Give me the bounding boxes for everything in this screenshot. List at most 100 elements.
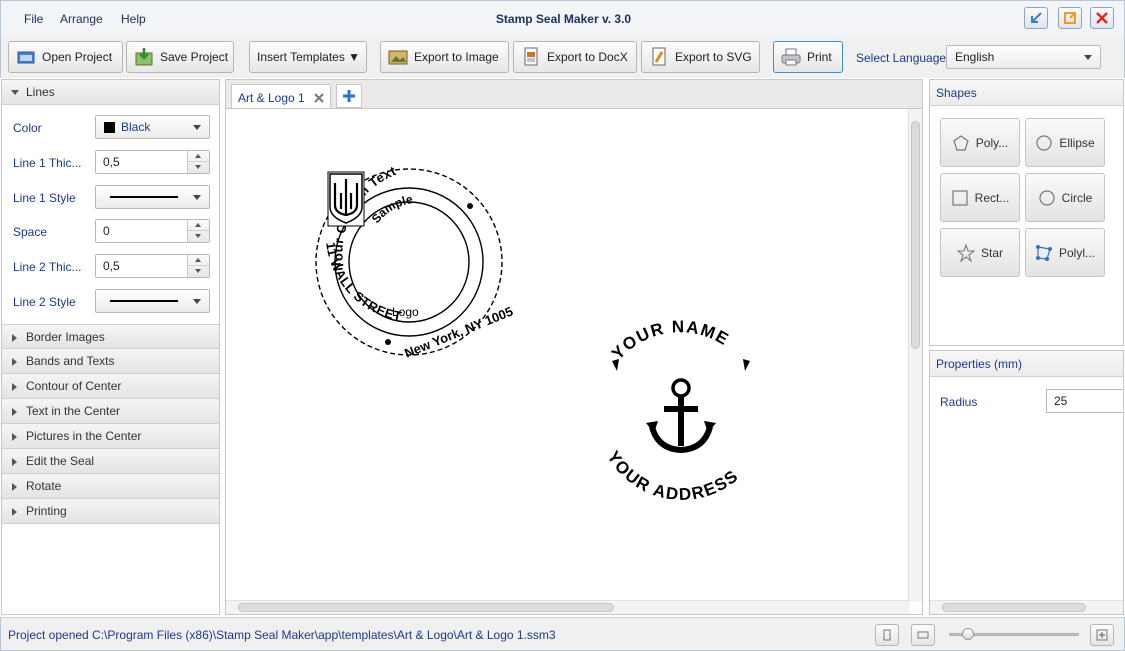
ellipse-icon: [1036, 134, 1052, 151]
section-bands-and-texts[interactable]: Bands and Texts: [2, 349, 219, 374]
export-docx-button[interactable]: Export to DocX: [513, 41, 637, 73]
scroll-thumb[interactable]: [238, 603, 614, 612]
seal1-inner-bottom-text: Logo: [392, 305, 419, 319]
scroll-thumb[interactable]: [911, 121, 920, 349]
save-project-label: Save Project: [160, 50, 229, 64]
add-tab-button[interactable]: [336, 84, 362, 108]
section-contour-of-center[interactable]: Contour of Center: [2, 374, 219, 399]
zoom-slider-handle[interactable]: [962, 628, 974, 640]
line2-thickness-spinner[interactable]: 0,5: [95, 254, 210, 278]
close-tab-icon[interactable]: [314, 93, 324, 103]
circle-button[interactable]: Circle: [1025, 173, 1105, 222]
section-border-images[interactable]: Border Images: [2, 324, 219, 349]
section-printing[interactable]: Printing: [2, 499, 219, 524]
section-edit-the-seal[interactable]: Edit the Seal: [2, 449, 219, 474]
trident-emblem-icon: [327, 171, 365, 227]
section-rotate[interactable]: Rotate: [2, 474, 219, 499]
space-label: Space: [13, 225, 48, 239]
chevron-down-icon: [193, 299, 201, 304]
open-project-button[interactable]: Open Project: [8, 41, 123, 73]
section-lines[interactable]: Lines: [2, 80, 219, 105]
triangle-right-icon: [12, 334, 17, 342]
seal-1[interactable]: Your Custom Text 11 WALL STREET New York…: [315, 163, 515, 361]
export-image-label: Export to Image: [414, 50, 499, 64]
insert-templates-label: Insert Templates ▼: [257, 50, 361, 64]
zoom-fit-width-button[interactable]: [911, 624, 935, 646]
chevron-down-icon: [193, 195, 201, 200]
polyline-button[interactable]: Polyl...: [1025, 228, 1105, 277]
line1-style-select[interactable]: [95, 185, 210, 209]
export-image-button[interactable]: Export to Image: [380, 41, 509, 73]
design-canvas[interactable]: Your Custom Text 11 WALL STREET New York…: [225, 108, 923, 615]
scroll-thumb[interactable]: [942, 603, 1086, 612]
pentagon-icon: [953, 134, 969, 151]
line1-thickness-value: 0,5: [103, 155, 120, 169]
window-title: Stamp Seal Maker v. 3.0: [495, 12, 632, 26]
line2-style-select[interactable]: [95, 289, 210, 313]
line1-thickness-spinner[interactable]: 0,5: [95, 150, 210, 174]
space-spinner[interactable]: 0: [95, 219, 210, 243]
spinner-buttons[interactable]: [187, 151, 209, 173]
zoom-in-icon: [1096, 629, 1108, 641]
triangle-right-icon: [12, 458, 17, 466]
restore-icon: [1031, 12, 1042, 23]
polygon-button[interactable]: Poly...: [940, 118, 1020, 167]
ellipse-label: Ellipse: [1059, 135, 1095, 150]
properties-horizontal-scrollbar[interactable]: [930, 600, 1123, 614]
language-select[interactable]: English: [946, 45, 1101, 69]
export-svg-button[interactable]: Export to SVG: [641, 41, 760, 73]
status-bar: Project opened C:\Program Files (x86)\St…: [0, 617, 1125, 651]
section-text-in-center[interactable]: Text in the Center: [2, 399, 219, 424]
restore-button[interactable]: [1024, 7, 1048, 29]
triangle-right-icon: [12, 358, 17, 366]
zoom-in-button[interactable]: [1090, 624, 1114, 646]
star-icon: [956, 243, 975, 262]
menu-file[interactable]: File: [24, 12, 43, 26]
canvas-horizontal-scrollbar[interactable]: [226, 600, 910, 614]
print-label: Print: [807, 50, 832, 64]
section-label: Edit the Seal: [26, 454, 95, 468]
color-select[interactable]: Black: [95, 115, 210, 139]
line1-thickness-label: Line 1 Thic...: [13, 156, 82, 170]
zoom-slider[interactable]: [949, 628, 1079, 640]
svg-file-icon: [649, 47, 669, 67]
menu-help[interactable]: Help: [121, 12, 146, 26]
section-pictures-in-center[interactable]: Pictures in the Center: [2, 424, 219, 449]
line2-thickness-value: 0,5: [103, 259, 120, 273]
close-icon: [1096, 12, 1108, 24]
image-icon: [388, 47, 408, 67]
radius-value: 25: [1054, 394, 1068, 408]
canvas-vertical-scrollbar[interactable]: [908, 109, 922, 602]
print-button[interactable]: Print: [773, 41, 843, 73]
seal-2[interactable]: YOUR NAME YOUR ADDRESS: [603, 317, 750, 504]
save-project-button[interactable]: Save Project: [126, 41, 234, 73]
spinner-buttons[interactable]: [187, 255, 209, 277]
section-label: Pictures in the Center: [26, 429, 142, 443]
maximize-icon: [1064, 12, 1076, 24]
radius-input[interactable]: 25: [1046, 389, 1123, 413]
line2-thickness-label: Line 2 Thic...: [13, 260, 82, 274]
section-label: Bands and Texts: [26, 354, 115, 368]
svg-text:Sample: Sample: [369, 192, 414, 226]
spinner-buttons[interactable]: [187, 220, 209, 242]
circle-label: Circle: [1061, 190, 1093, 205]
star-button[interactable]: Star: [940, 228, 1020, 277]
status-text: Project opened C:\Program Files (x86)\St…: [8, 628, 556, 642]
ellipse-button[interactable]: Ellipse: [1025, 118, 1105, 167]
shapes-panel-title: Shapes: [930, 80, 1123, 106]
maximize-button[interactable]: [1058, 7, 1082, 29]
shapes-panel: Shapes Poly... Ellipse Rect... Circle St…: [929, 79, 1124, 346]
solid-line-preview: [110, 196, 178, 198]
zoom-fit-page-button[interactable]: [875, 624, 899, 646]
tab-art-logo-1[interactable]: Art & Logo 1: [231, 84, 331, 110]
plus-icon: [343, 90, 355, 102]
insert-templates-button[interactable]: Insert Templates ▼: [249, 41, 367, 73]
menu-arrange[interactable]: Arrange: [60, 12, 103, 26]
polyline-label: Polyl...: [1058, 245, 1095, 260]
polygon-label: Poly...: [975, 135, 1009, 150]
select-language-label: Select Language: [856, 51, 947, 65]
section-label: Text in the Center: [26, 404, 121, 418]
rectangle-button[interactable]: Rect...: [940, 173, 1020, 222]
close-button[interactable]: [1090, 7, 1114, 29]
section-label: Border Images: [26, 329, 105, 344]
